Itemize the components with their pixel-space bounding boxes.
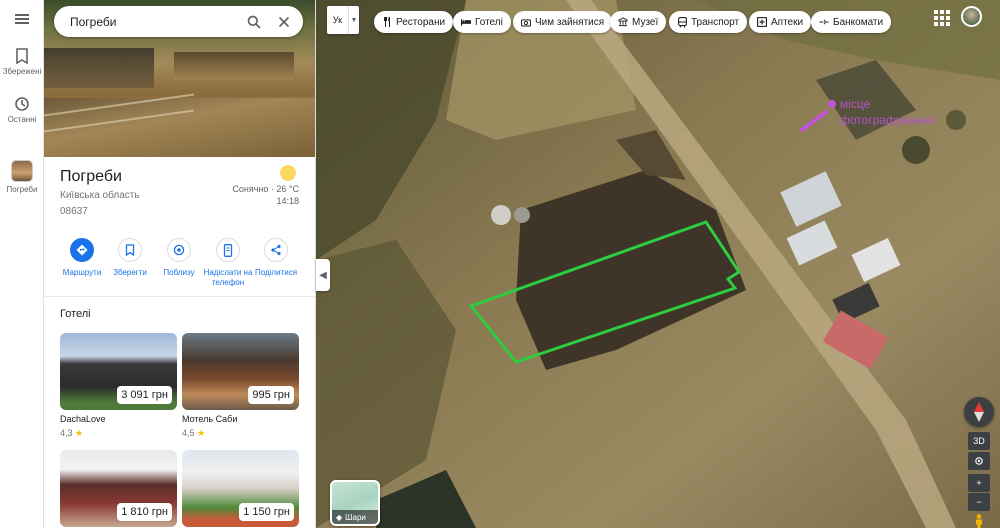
send-to-phone-button[interactable]: Надіслати на телефон (201, 238, 255, 288)
place-region: Київська область (60, 190, 140, 201)
share-icon (271, 244, 281, 256)
divider (44, 296, 315, 297)
save-label: Зберегти (113, 268, 147, 277)
hotel-photo: 3 091 грн (60, 333, 177, 410)
recent-label: Останні (7, 115, 37, 124)
hotel-price: 3 091 грн (117, 386, 172, 404)
send-to-phone-icon (223, 243, 233, 257)
my-location-button[interactable] (968, 452, 990, 470)
history-icon (15, 97, 29, 111)
star-icon: ★ (75, 428, 84, 438)
layers-label-row: ◆ Шари (332, 510, 378, 524)
hamburger-icon (15, 12, 29, 26)
collapse-panel-button[interactable]: ◀ (316, 259, 330, 291)
hotel-photo: 1 810 грн (60, 450, 177, 527)
pegman-icon[interactable] (968, 514, 990, 528)
chip-pharmacies[interactable]: Аптеки (749, 11, 812, 33)
layers-button[interactable]: ◆ Шари (330, 480, 380, 526)
satellite-map[interactable] (316, 0, 1000, 528)
hotel-card[interactable]: 995 грн Мотель Саби 4,5 ★ (182, 333, 299, 439)
directions-button[interactable]: Маршрути (55, 238, 109, 278)
pharmacy-icon (757, 17, 767, 27)
zoom-in-button[interactable]: + (968, 474, 990, 492)
menu-button[interactable] (0, 12, 44, 26)
chevron-left-icon: ◀ (319, 269, 327, 281)
hotel-photo: 995 грн (182, 333, 299, 410)
compass-button[interactable] (964, 397, 994, 427)
hotel-name: Мотель Саби (182, 414, 238, 424)
hotel-price: 995 грн (248, 386, 294, 404)
clear-search-button[interactable] (269, 7, 299, 37)
place-thumbnail (11, 160, 33, 182)
bookmark-icon (125, 244, 135, 256)
weather-condition: Сонячно · 26 °C (232, 184, 299, 194)
hotel-card[interactable]: 3 091 грн DachaLove 4,3 ★ (60, 333, 177, 439)
chip-hotels[interactable]: Готелі (453, 11, 511, 33)
location-icon (975, 457, 983, 465)
hotel-card[interactable]: 1 150 грн (182, 450, 299, 527)
chip-atms[interactable]: Банкомати (811, 11, 892, 33)
weather-info: Сонячно · 26 °C 14:18 (232, 183, 299, 207)
restaurant-icon (382, 17, 392, 27)
chevron-down-icon: ▼ (348, 6, 359, 34)
language-switcher[interactable]: Ук ▼ (327, 6, 359, 34)
share-button[interactable]: Поділитися (249, 238, 303, 278)
compass-icon (974, 402, 984, 422)
photo-spot-marker (828, 100, 836, 108)
directions-label: Маршрути (62, 268, 102, 277)
share-label: Поділитися (254, 268, 298, 277)
zoom-out-button[interactable]: − (968, 493, 990, 511)
weather-time: 14:18 (276, 196, 299, 206)
museum-icon (618, 17, 628, 27)
hotel-photo: 1 150 грн (182, 450, 299, 527)
recent-button[interactable]: Останні (0, 96, 44, 124)
photo-spot-label: місце фотографування (840, 97, 935, 127)
saved-label: Збережені (2, 67, 42, 76)
search-button[interactable] (239, 7, 269, 37)
account-avatar[interactable] (961, 6, 982, 27)
search-icon (247, 15, 261, 29)
current-place-label: Погреби (6, 185, 38, 194)
hotel-rating: 4,3 ★ (60, 428, 84, 438)
nearby-icon (173, 244, 185, 256)
place-title: Погреби (60, 168, 122, 185)
hotel-rating: 4,5 ★ (182, 428, 206, 438)
apps-grid-icon[interactable] (934, 10, 950, 26)
transit-icon (677, 16, 687, 28)
close-icon (278, 16, 290, 27)
star-icon: ★ (197, 428, 206, 438)
nearby-button[interactable]: Поблизу (152, 238, 206, 278)
hotel-name: DachaLove (60, 414, 106, 424)
place-panel: Погреби Київська область 08637 Сонячно ·… (44, 0, 316, 528)
search-input[interactable]: Погреби (70, 15, 239, 29)
sun-icon (280, 165, 296, 181)
atm-icon (819, 17, 829, 27)
hotel-icon (461, 17, 471, 27)
place-postal-code: 08637 (60, 206, 88, 217)
camera-icon (521, 17, 531, 27)
chip-museums[interactable]: Музеї (610, 11, 667, 33)
language-code: Ук (332, 15, 343, 25)
hotel-card[interactable]: 1 810 грн (60, 450, 177, 527)
directions-icon (76, 244, 88, 256)
layers-icon: ◆ (336, 512, 343, 522)
tilt-3d-button[interactable]: 3D (968, 432, 990, 450)
action-buttons: Маршрути Зберегти Поблизу Надіслати на т… (44, 238, 315, 290)
saved-button[interactable]: Збережені (0, 48, 44, 76)
chip-restaurants[interactable]: Ресторани (374, 11, 454, 33)
hotel-price: 1 150 грн (239, 503, 294, 521)
search-box: Погреби (54, 6, 303, 37)
send-to-phone-label: Надіслати на телефон (203, 268, 253, 287)
chip-things-to-do[interactable]: Чим зайнятися (513, 11, 613, 33)
save-button[interactable]: Зберегти (103, 238, 157, 278)
bookmark-icon (16, 48, 28, 64)
hotels-section-title: Готелі (60, 308, 91, 320)
left-rail: Збережені Останні Погреби (0, 0, 44, 528)
chip-transit[interactable]: Транспорт (669, 11, 748, 33)
nearby-label: Поблизу (163, 268, 195, 277)
hotel-price: 1 810 грн (117, 503, 172, 521)
current-place-button[interactable]: Погреби (0, 160, 44, 194)
satellite-imagery (316, 0, 1000, 528)
